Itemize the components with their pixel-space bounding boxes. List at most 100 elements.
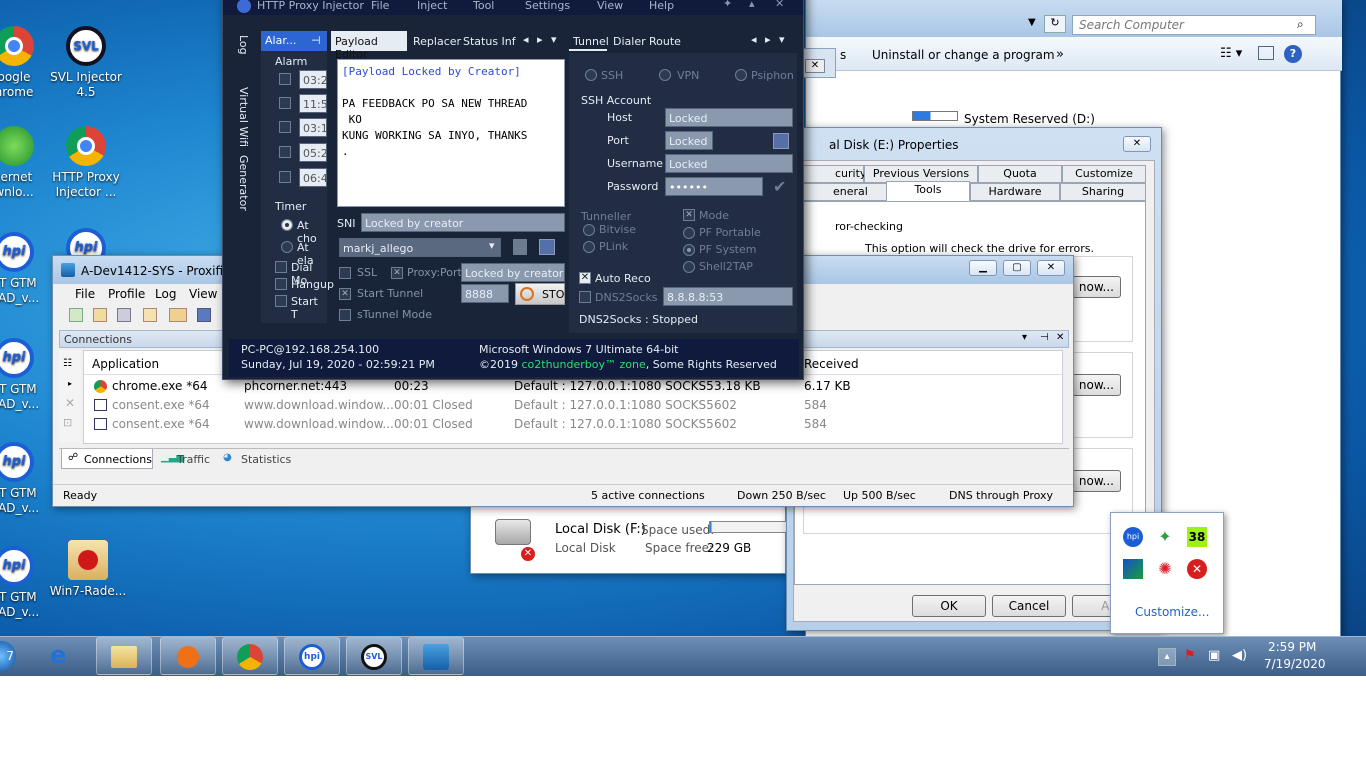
show-hidden-icons-button[interactable]: ▴ [1158, 648, 1176, 666]
dns2socks-checkbox[interactable] [579, 291, 591, 303]
counter-badge-icon[interactable]: 38 [1187, 527, 1207, 547]
alarm-checkbox[interactable] [279, 121, 291, 133]
save-icon[interactable] [539, 239, 555, 255]
taskbar-hpi[interactable]: hpi [284, 637, 340, 675]
dial-mode-checkbox[interactable] [275, 261, 287, 273]
uninstall-button[interactable]: Uninstall or change a program [872, 48, 1055, 62]
customize-link[interactable]: Customize... [1135, 605, 1209, 619]
tab-scroll-right-icon[interactable]: ▸ [765, 33, 771, 46]
menu-log[interactable]: Log [155, 287, 176, 301]
minimize-icon[interactable]: ▴ [749, 0, 755, 10]
desktop-icon-win7-radeon[interactable]: Win7-Rade... [48, 540, 128, 599]
toolbar-rules-icon[interactable] [93, 308, 107, 322]
toolbar-profile-icon[interactable] [143, 308, 157, 322]
table-row[interactable]: consent.exe *64 www.download.window... 0… [84, 396, 1064, 415]
toolbar-proxy-icon[interactable] [69, 308, 83, 322]
alarm-tab[interactable]: Alar... ⊣ [261, 31, 327, 51]
stunnel-mode-checkbox[interactable] [339, 309, 351, 321]
tab-hardware[interactable]: Hardware [970, 183, 1060, 201]
tab-route[interactable]: Route [649, 35, 681, 48]
hangup-checkbox[interactable] [275, 278, 287, 290]
alarm-time[interactable]: 06:4 [299, 168, 328, 187]
bitvise-radio[interactable] [583, 224, 595, 236]
taskbar-proxifier[interactable] [408, 637, 464, 675]
mode-checkbox[interactable]: ✕ [683, 209, 695, 221]
panel-dropdown-icon[interactable]: ▾ [1022, 332, 1027, 343]
profile-select[interactable]: markj_allego [339, 238, 501, 257]
search-icon[interactable]: ⌕ [1297, 17, 1304, 32]
tab-scroll-left-icon[interactable]: ◂ [523, 33, 529, 46]
chevron-down-icon[interactable]: ▼ [1028, 17, 1036, 28]
internet-explorer-icon[interactable]: e [50, 643, 66, 667]
close-icon[interactable]: ✕ [1056, 332, 1064, 343]
ok-button[interactable]: OK [912, 595, 986, 617]
drive-d-label[interactable]: System Reserved (D:) [964, 112, 1095, 126]
column-application[interactable]: Application [92, 357, 159, 371]
panel-pin-icon[interactable]: ⊣ [1040, 332, 1049, 343]
more-button[interactable]: » [1056, 47, 1064, 62]
clock-time[interactable]: 2:59 PM [1268, 640, 1316, 654]
tab-replacer[interactable]: Replacer [413, 35, 461, 48]
stop-button[interactable]: STO [515, 283, 565, 305]
search-input[interactable]: Search Computer [1072, 15, 1316, 35]
menu-file[interactable]: File [75, 287, 95, 301]
profile-folder-icon[interactable] [513, 239, 527, 255]
dns-server-input[interactable]: 8.8.8.8:53 [663, 287, 793, 306]
error-icon[interactable]: ✕ [1187, 559, 1207, 579]
taskbar-media[interactable] [160, 637, 216, 675]
pin-icon[interactable]: ⊣ [311, 34, 321, 47]
menu-view[interactable]: View [597, 0, 623, 12]
tab-security[interactable]: curity [794, 165, 866, 183]
menu-file[interactable]: File [371, 0, 389, 12]
password-input[interactable]: •••••• [665, 177, 763, 196]
tab-status-info[interactable]: Status Inf [463, 35, 516, 48]
taskbar-chrome[interactable] [222, 637, 278, 675]
sni-input[interactable]: Locked by creator [361, 213, 565, 232]
desktop-icon-svl-injector[interactable]: SVL SVL Injector 4.5 [46, 26, 126, 100]
alarm-time[interactable]: 11:5 [299, 94, 328, 113]
check-icon[interactable]: ✔ [773, 177, 786, 196]
desktop-icon-gtm-2[interactable]: hpi ST GTM OAD_v... [0, 338, 54, 412]
connection-info-icon[interactable]: ⊡ [63, 416, 72, 429]
toolbar-resolution-icon[interactable] [117, 308, 131, 322]
start-tunnel-alarm-checkbox[interactable] [275, 295, 287, 307]
alarm-checkbox[interactable] [279, 171, 291, 183]
chevron-down-icon[interactable]: ▾ [489, 239, 495, 252]
username-input[interactable]: Locked [665, 154, 793, 173]
tab-scroll-right-icon[interactable]: ▸ [537, 33, 543, 46]
maximize-icon[interactable]: ▢ [1003, 260, 1031, 276]
tab-statistics[interactable]: ◕ Statistics [219, 449, 299, 469]
hpi-tray-icon[interactable]: hpi [1123, 527, 1143, 547]
alarm-checkbox[interactable] [279, 146, 291, 158]
tab-tools[interactable]: Tools [886, 181, 970, 203]
alarm-time[interactable]: 05:2 [299, 143, 328, 162]
proxy-tray-icon[interactable]: ✺ [1155, 559, 1175, 579]
clock-date[interactable]: 7/19/2020 [1264, 657, 1326, 671]
preview-pane-icon[interactable] [1258, 46, 1274, 60]
menu-help[interactable]: Help [649, 0, 674, 12]
shell2tap-radio[interactable] [683, 261, 695, 273]
pin-icon[interactable]: ✦ [723, 0, 732, 10]
tab-customize[interactable]: Customize [1062, 165, 1146, 183]
drive-f-name[interactable]: Local Disk (F:) [555, 522, 646, 537]
port-input[interactable]: Locked [665, 131, 713, 150]
column-received[interactable]: Received [804, 357, 859, 371]
close-icon[interactable]: ✕ [775, 0, 784, 10]
save-icon[interactable] [773, 133, 789, 149]
list-view-icon[interactable]: ☷ [63, 358, 72, 369]
host-input[interactable]: Locked [665, 108, 793, 127]
alarm-checkbox[interactable] [279, 73, 291, 85]
tab-tunnel[interactable]: Tunnel [569, 31, 609, 51]
taskbar-explorer[interactable] [96, 637, 152, 675]
auto-reco-checkbox[interactable]: ✕ [579, 272, 591, 284]
side-tab-virtual-wifi[interactable]: Virtual Wifi [237, 87, 250, 147]
close-icon[interactable]: ✕ [805, 59, 825, 73]
network-globe-icon[interactable]: ✦ [1155, 527, 1175, 547]
chevron-down-icon[interactable]: ▾ [551, 33, 557, 46]
alarm-checkbox[interactable] [279, 97, 291, 109]
start-button[interactable]: 7 [0, 641, 16, 671]
psiphon-radio[interactable] [735, 69, 747, 81]
chevron-down-icon[interactable]: ▾ [779, 33, 785, 46]
timer-at-elapsed-radio[interactable] [281, 241, 293, 253]
help-icon[interactable]: ? [1284, 45, 1302, 63]
